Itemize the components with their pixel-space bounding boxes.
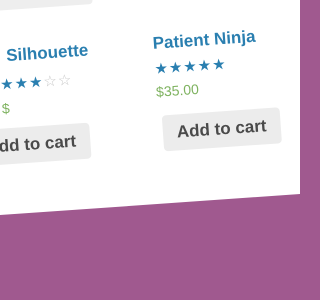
product-grid: Silhouette ★★★☆☆ $ Add to cart Patient N… xyxy=(0,0,300,220)
star-rating: ★★★☆☆ xyxy=(0,71,73,94)
shop-viewport: Silhouette ★★★☆☆ $ Add to cart Patient N… xyxy=(0,0,300,300)
stars-filled: ★★★ xyxy=(0,73,45,94)
add-to-cart-button[interactable]: Add to cart xyxy=(0,122,92,167)
stars-filled: ★★★★★ xyxy=(153,55,228,78)
product-title[interactable]: Silhouette xyxy=(6,40,89,66)
product-card: Patient Ninja ★★★★★ $35.00 Add to cart xyxy=(144,0,300,204)
product-card: Silhouette ★★★☆☆ $ Add to cart xyxy=(0,0,157,218)
add-to-cart-button[interactable]: Add to cart xyxy=(161,107,282,152)
product-title[interactable]: Patient Ninja xyxy=(152,27,256,54)
product-price: $ xyxy=(1,100,11,117)
stars-empty: ☆☆ xyxy=(42,71,73,91)
product-price: $35.00 xyxy=(155,80,200,100)
product-image[interactable] xyxy=(0,0,93,14)
star-rating: ★★★★★ xyxy=(154,55,227,78)
